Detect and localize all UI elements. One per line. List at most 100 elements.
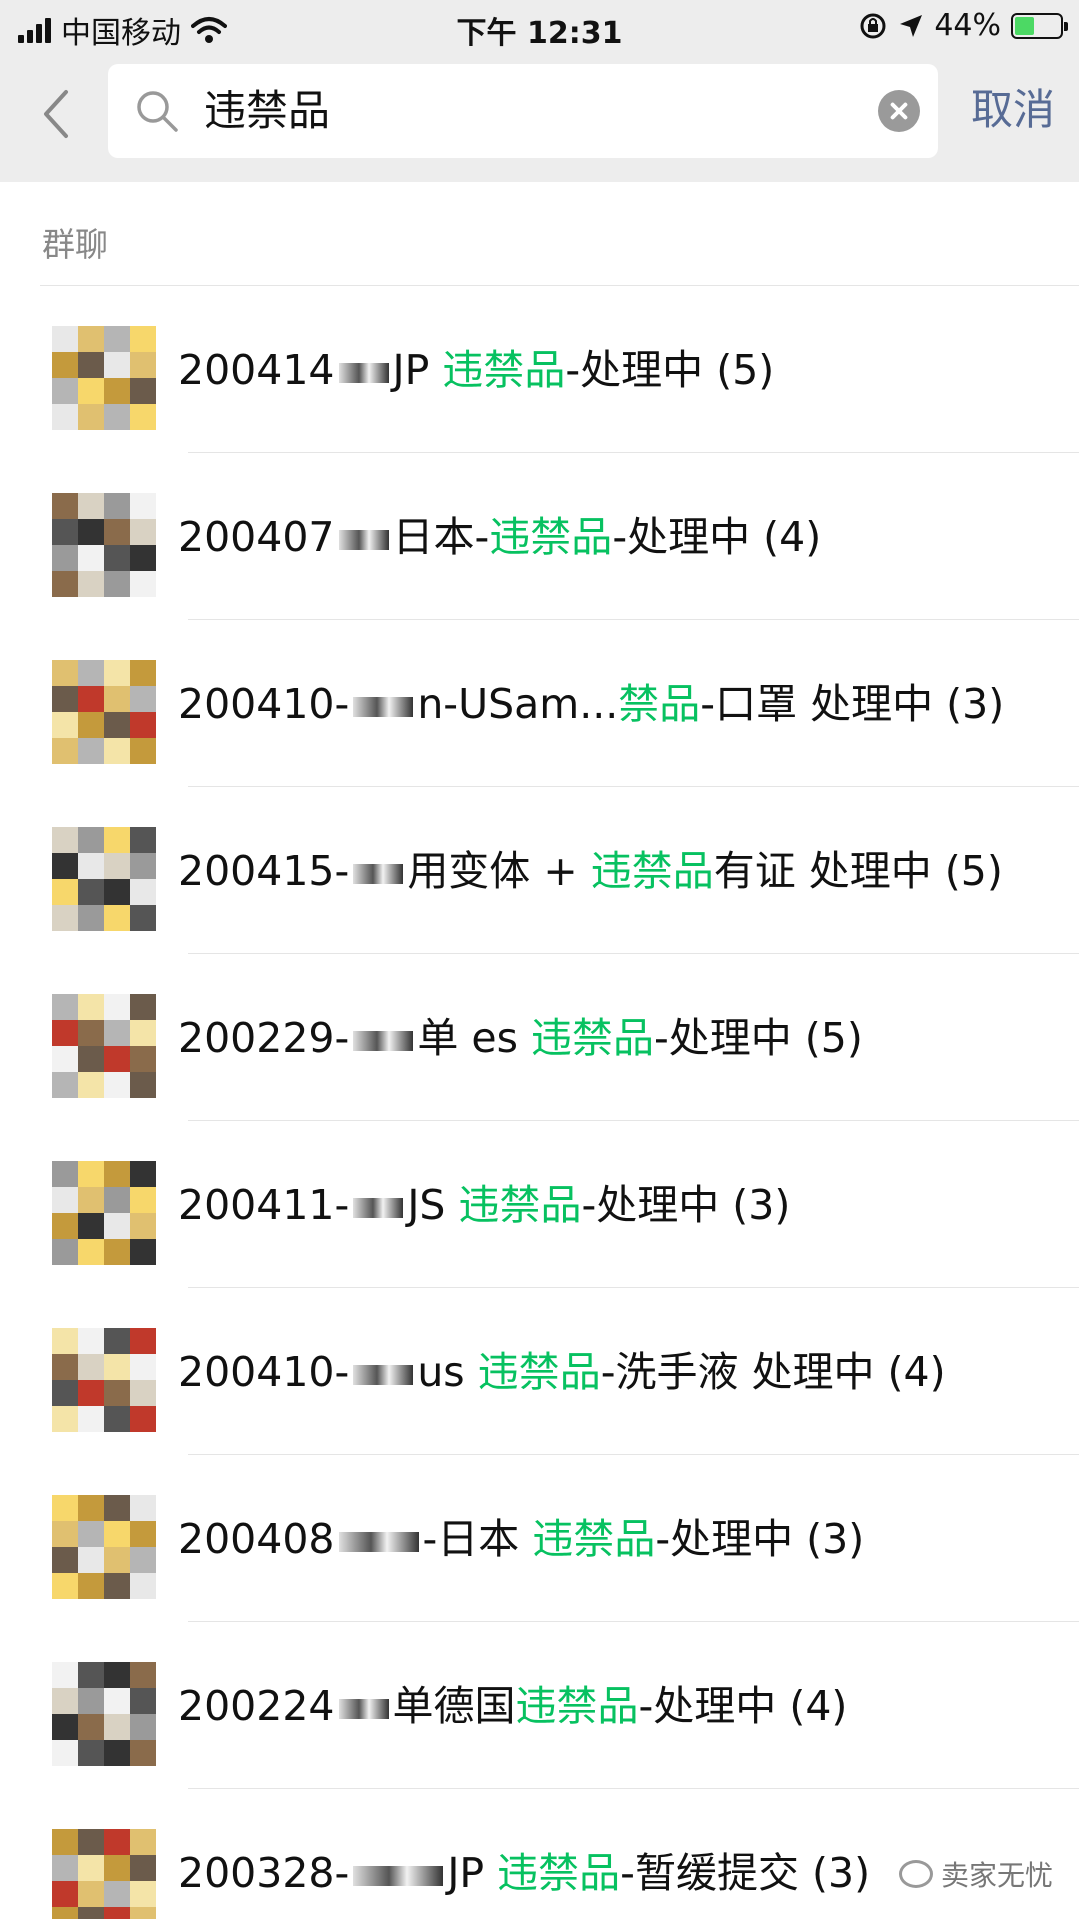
avatar-pixel [52,1829,78,1855]
avatar-pixel [78,545,104,571]
result-title: 200229- 单 es 违禁品-处理中 (5) [178,1014,863,1062]
avatar-pixel [130,827,156,853]
avatar-pixel [78,1020,104,1046]
avatar-pixel [104,352,130,378]
avatar-pixel [130,493,156,519]
avatar-pixel [130,905,156,931]
avatar-pixel [52,827,78,853]
avatar-pixel [130,1354,156,1380]
avatar-pixel [78,1521,104,1547]
avatar-pixel [52,1239,78,1265]
battery-icon [1011,12,1068,39]
avatar-pixel [78,404,104,430]
avatar-pixel [78,827,104,853]
avatar-pixel [78,1187,104,1213]
avatar-pixel [52,1855,78,1881]
result-title: 200415- 用变体 + 违禁品有证 处理中 (5) [178,847,1003,895]
avatar-pixel [130,1380,156,1406]
result-row[interactable]: 200411- JS 违禁品-处理中 (3) [0,1121,1079,1288]
avatar-pixel [130,1495,156,1521]
avatar-pixel [104,712,130,738]
avatar-pixel [104,1547,130,1573]
avatar-pixel [52,378,78,404]
avatar-pixel [78,1881,104,1907]
avatar-pixel [130,404,156,430]
search-input[interactable]: 违禁品 [108,64,938,158]
avatar-pixel [52,1521,78,1547]
result-title: 200224 单德国违禁品-处理中 (4) [178,1682,848,1730]
result-row[interactable]: 200408 -日本 违禁品-处理中 (3) [0,1455,1079,1622]
avatar-pixel [78,378,104,404]
avatar-pixel [104,1881,130,1907]
avatar-pixel [130,853,156,879]
avatar-pixel [130,1406,156,1432]
avatar-pixel [104,519,130,545]
avatar-pixel [78,1495,104,1521]
result-row[interactable]: 200410- us 违禁品-洗手液 处理中 (4) [0,1288,1079,1455]
avatar-pixel [130,1714,156,1740]
back-chevron-icon[interactable] [36,86,76,142]
avatar-pixel [130,1239,156,1265]
result-row[interactable]: 200415- 用变体 + 违禁品有证 处理中 (5) [0,787,1079,954]
cancel-button[interactable]: 取消 [971,80,1055,140]
search-query[interactable]: 违禁品 [204,82,330,140]
avatar-pixel [52,1688,78,1714]
avatar-pixel [104,378,130,404]
avatar-pixel [104,1213,130,1239]
avatar-pixel [78,1072,104,1098]
avatar-pixel [130,519,156,545]
result-row[interactable]: 200229- 单 es 违禁品-处理中 (5) [0,954,1079,1121]
avatar-pixel [52,352,78,378]
result-title: 200408 -日本 违禁品-处理中 (3) [178,1515,865,1563]
avatar-pixel [104,1688,130,1714]
avatar-pixel [78,712,104,738]
avatar-pixel [130,1046,156,1072]
avatar-pixel [78,326,104,352]
avatar-pixel [52,1046,78,1072]
avatar-pixel [104,493,130,519]
avatar-pixel [130,1662,156,1688]
result-title: 200414 JP 违禁品-处理中 (5) [178,346,775,394]
avatar-pixel [52,1020,78,1046]
avatar-pixel [130,738,156,764]
avatar-pixel [78,660,104,686]
group-avatar [52,326,156,430]
avatar-pixel [104,1714,130,1740]
clear-icon[interactable] [878,90,920,132]
result-row[interactable]: 200407 日本-违禁品-处理中 (4) [0,453,1079,620]
avatar-pixel [130,1328,156,1354]
avatar-pixel [130,686,156,712]
avatar-pixel [78,1714,104,1740]
avatar-pixel [78,1547,104,1573]
avatar-pixel [130,1187,156,1213]
result-row[interactable]: 200224 单德国违禁品-处理中 (4) [0,1622,1079,1789]
avatar-pixel [78,738,104,764]
avatar-pixel [52,493,78,519]
avatar-pixel [78,994,104,1020]
avatar-pixel [104,1072,130,1098]
avatar-pixel [52,545,78,571]
avatar-pixel [78,1213,104,1239]
search-icon [137,91,178,132]
watermark-text: 卖家无忧 [940,1859,1053,1892]
avatar-pixel [78,1354,104,1380]
result-row[interactable]: 200414 JP 违禁品-处理中 (5) [0,286,1079,453]
avatar-pixel [78,1328,104,1354]
avatar-pixel [104,1855,130,1881]
group-avatar [52,1161,156,1265]
result-row[interactable]: 200410- n-USam...禁品-口罩 处理中 (3) [0,620,1079,787]
group-avatar [52,827,156,931]
avatar-pixel [130,1881,156,1907]
avatar-pixel [52,1406,78,1432]
avatar-pixel [52,519,78,545]
avatar-pixel [104,738,130,764]
avatar-pixel [78,686,104,712]
avatar-pixel [104,827,130,853]
avatar-pixel [52,1380,78,1406]
avatar-pixel [78,879,104,905]
avatar-pixel [104,1354,130,1380]
avatar-pixel [78,1662,104,1688]
avatar-pixel [130,1740,156,1766]
group-avatar [52,1829,156,1919]
avatar-pixel [130,1855,156,1881]
